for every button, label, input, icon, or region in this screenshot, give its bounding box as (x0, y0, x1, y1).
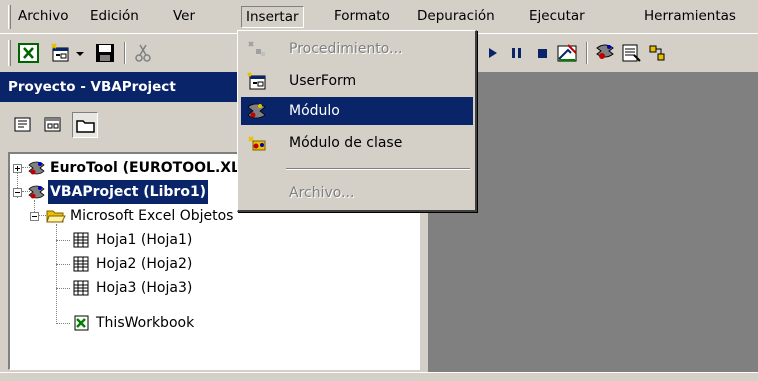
menu-ver[interactable]: Ver (169, 6, 199, 28)
workbook-icon (72, 315, 90, 331)
folder-open-icon (46, 208, 66, 224)
tree-node-label: ThisWorkbook (96, 315, 195, 331)
worksheet-icon (72, 280, 90, 296)
run-icon[interactable] (482, 42, 504, 64)
collapse-icon[interactable] (30, 212, 39, 221)
menu-edicion[interactable]: Edición (86, 6, 143, 28)
tree-node-label: Hoja3 (Hoja3) (96, 280, 193, 296)
toolbar-grip[interactable] (8, 40, 11, 66)
view-excel-icon[interactable] (18, 42, 40, 64)
menu-archivo-label: Archivo (18, 8, 69, 24)
insert-menu-dropdown: Procedimiento... UserForm Módulo Módulo … (237, 30, 477, 212)
menu-herramientas[interactable]: Herramientas (640, 6, 740, 28)
chevron-down-icon[interactable] (74, 42, 86, 64)
collapse-icon[interactable] (13, 188, 22, 197)
vba-project-icon (28, 160, 46, 176)
menu-depuracion-label: Depuración (417, 8, 495, 24)
code-workspace[interactable] (428, 72, 758, 372)
menu-formato[interactable]: Formato (330, 6, 394, 28)
module-icon (247, 102, 267, 120)
insert-class-module-label: Módulo de clase (289, 135, 403, 151)
vba-project-icon (28, 184, 46, 200)
insert-userform-icon[interactable] (50, 42, 72, 64)
project-panel-toolbar (0, 104, 240, 144)
toolbar-separator (124, 42, 126, 64)
tree-node-thisworkbook[interactable]: ThisWorkbook (10, 311, 410, 335)
menu-ejecutar-label: Ejecutar (529, 8, 585, 24)
menu-herramientas-label: Herramientas (644, 8, 736, 24)
menu-ejecutar[interactable]: Ejecutar (525, 6, 589, 28)
object-browser-icon[interactable] (646, 42, 668, 64)
tree-node-label: Microsoft Excel Objetos (70, 208, 234, 224)
menu-bar-grip[interactable] (8, 5, 11, 29)
tree-node-label: Hoja2 (Hoja2) (96, 256, 193, 272)
insert-file-label: Archivo... (289, 185, 355, 201)
menu-edicion-label: Edición (90, 8, 139, 24)
toolbar-separator-2 (586, 42, 588, 64)
tree-node-label: Hoja1 (Hoja1) (96, 232, 193, 248)
menu-insertar[interactable]: Insertar (241, 6, 304, 28)
tree-node-label: VBAProject (Libro1) (48, 180, 209, 204)
insert-file-item[interactable]: Archivo... (241, 179, 473, 207)
menu-archivo[interactable]: Archivo (14, 6, 72, 28)
project-panel-title: Proyecto - VBAProject (0, 72, 240, 102)
menu-separator (286, 168, 470, 170)
procedure-icon (247, 40, 267, 58)
insert-class-module-item[interactable]: Módulo de clase (241, 129, 473, 157)
view-code-icon[interactable] (10, 112, 36, 138)
worksheet-icon (72, 232, 90, 248)
insert-userform-item[interactable]: UserForm (241, 67, 473, 95)
expand-icon[interactable] (13, 164, 22, 173)
toggle-folders-icon[interactable] (72, 112, 98, 138)
tree-node-label: EuroTool (EUROTOOL.XLA) (50, 160, 258, 176)
class-module-icon (247, 134, 267, 152)
stop-icon[interactable] (532, 42, 554, 64)
status-strip (0, 372, 758, 381)
insert-module-item[interactable]: Módulo (241, 97, 473, 125)
menu-depuracion[interactable]: Depuración (413, 6, 499, 28)
properties-window-icon[interactable] (620, 42, 642, 64)
insert-module-label: Módulo (289, 103, 340, 119)
cut-icon[interactable] (132, 42, 154, 64)
design-mode-icon[interactable] (556, 42, 578, 64)
tree-node-hoja2[interactable]: Hoja2 (Hoja2) (10, 252, 410, 276)
menu-insertar-label: Insertar (246, 9, 299, 25)
save-icon[interactable] (94, 42, 116, 64)
tree-node-hoja3[interactable]: Hoja3 (Hoja3) (10, 276, 410, 300)
userform-icon (247, 72, 267, 90)
menu-ver-label: Ver (173, 8, 196, 24)
pause-icon[interactable] (506, 42, 528, 64)
tree-node-hoja1[interactable]: Hoja1 (Hoja1) (10, 228, 410, 252)
menu-bar: Archivo Edición Ver Insertar Formato Dep… (0, 0, 758, 32)
insert-procedure-label: Procedimiento... (289, 41, 403, 57)
view-object-icon[interactable] (40, 112, 66, 138)
project-panel-title-text: Proyecto - VBAProject (8, 79, 176, 95)
insert-procedure-item[interactable]: Procedimiento... (241, 35, 473, 63)
worksheet-icon (72, 256, 90, 272)
project-explorer-icon[interactable] (594, 42, 616, 64)
menu-formato-label: Formato (334, 8, 390, 24)
insert-userform-label: UserForm (289, 73, 357, 89)
